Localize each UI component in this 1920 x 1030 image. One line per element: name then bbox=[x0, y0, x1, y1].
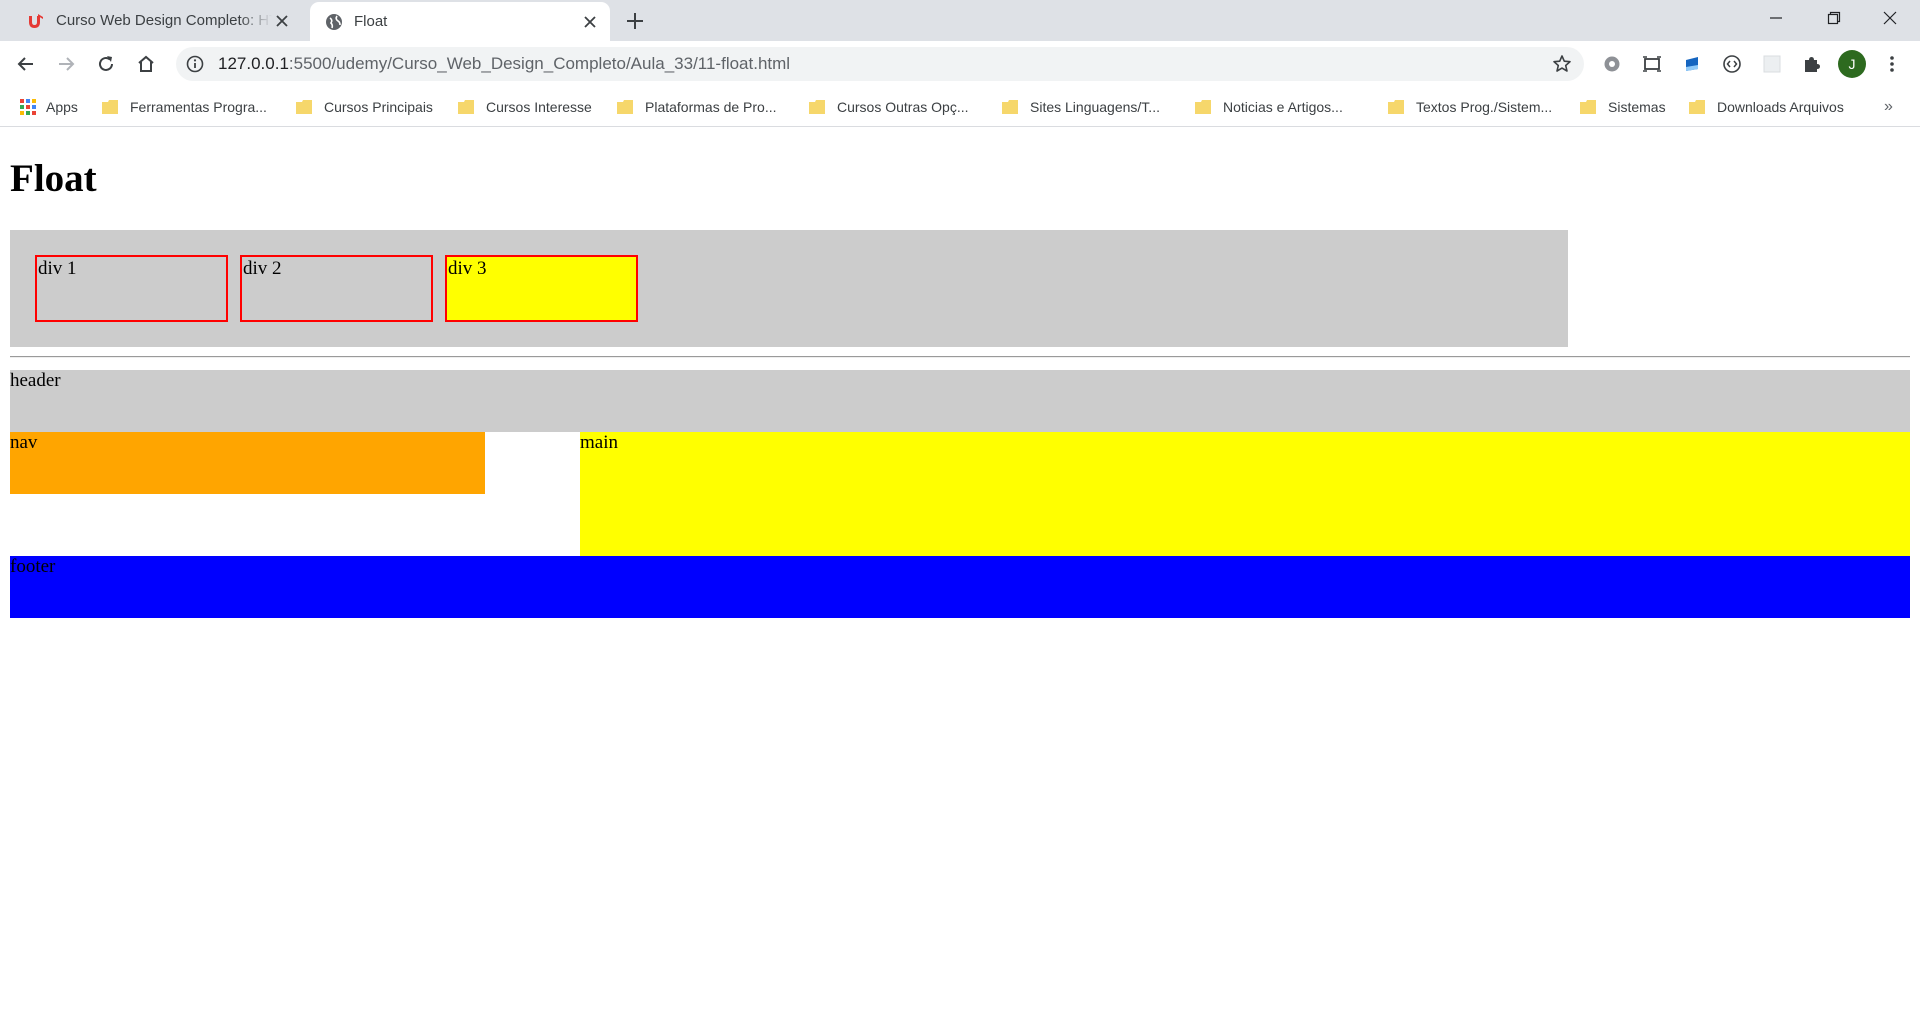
layout-header: header bbox=[10, 370, 1910, 432]
bookmark-folder[interactable]: Sites Linguagens/T... bbox=[1002, 87, 1160, 127]
float-box-2: div 2 bbox=[240, 255, 433, 322]
bookmark-folder[interactable]: Cursos Principais bbox=[296, 87, 433, 127]
url-text[interactable]: 127.0.0.1:5500/udemy/Curso_Web_Design_Co… bbox=[218, 47, 790, 81]
extension-blank-icon[interactable] bbox=[1760, 52, 1784, 76]
bookmarks-overflow-chevron-icon[interactable]: » bbox=[1884, 87, 1893, 127]
bookmark-folder[interactable]: Cursos Interesse bbox=[458, 87, 592, 127]
profile-avatar[interactable]: J bbox=[1838, 50, 1866, 78]
restore-window-icon[interactable] bbox=[1806, 0, 1862, 36]
bookmark-label: Textos Prog./Sistem... bbox=[1416, 99, 1553, 115]
bookmark-folder[interactable]: Cursos Outras Opç... bbox=[809, 87, 968, 127]
folder-icon bbox=[1195, 100, 1211, 114]
tab-udemy-course[interactable]: Curso Web Design Completo: HT bbox=[12, 0, 302, 41]
tab-float[interactable]: Float bbox=[310, 2, 610, 41]
back-arrow-icon[interactable] bbox=[14, 52, 38, 76]
tab-strip: Curso Web Design Completo: HT Float bbox=[0, 0, 1920, 41]
forward-arrow-icon[interactable] bbox=[54, 52, 78, 76]
bookmark-label: Sistemas bbox=[1608, 99, 1666, 115]
extension-gear-icon[interactable] bbox=[1600, 52, 1624, 76]
bookmark-star-icon[interactable] bbox=[1552, 54, 1572, 74]
tab-title: Curso Web Design Completo: HT bbox=[56, 12, 272, 29]
url-host: 127.0.0.1 bbox=[218, 54, 289, 73]
layout-nav: nav bbox=[10, 432, 485, 494]
bookmark-label: Ferramentas Progra... bbox=[130, 99, 267, 115]
bookmarks-bar: Apps Ferramentas Progra... Cursos Princi… bbox=[0, 87, 1920, 127]
bookmark-label: Cursos Outras Opç... bbox=[837, 99, 969, 115]
bookmark-label: Downloads Arquivos bbox=[1717, 99, 1844, 115]
bookmark-label: Cursos Principais bbox=[324, 99, 433, 115]
bookmark-folder[interactable]: Plataformas de Pro... bbox=[617, 87, 777, 127]
folder-icon bbox=[1388, 100, 1404, 114]
folder-icon bbox=[1002, 100, 1018, 114]
bookmark-folder[interactable]: Downloads Arquivos bbox=[1689, 87, 1844, 127]
apps-grid-icon bbox=[20, 99, 36, 115]
bookmark-label: Cursos Interesse bbox=[486, 99, 592, 115]
extension-drive-icon[interactable] bbox=[1680, 52, 1704, 76]
address-bar[interactable]: 127.0.0.1:5500/udemy/Curso_Web_Design_Co… bbox=[176, 47, 1584, 81]
bookmark-label: Plataformas de Pro... bbox=[645, 99, 777, 115]
bookmark-folder[interactable]: Sistemas bbox=[1580, 87, 1666, 127]
browser-menu-kebab-icon[interactable] bbox=[1880, 52, 1904, 76]
bookmark-folder[interactable]: Ferramentas Progra... bbox=[102, 87, 267, 127]
extension-code-icon[interactable] bbox=[1720, 52, 1744, 76]
folder-icon bbox=[1580, 100, 1596, 114]
url-path: :5500/udemy/Curso_Web_Design_Completo/Au… bbox=[288, 54, 791, 73]
bookmark-label: Apps bbox=[46, 99, 78, 115]
tab-close-icon[interactable] bbox=[580, 12, 600, 32]
site-info-icon[interactable] bbox=[186, 55, 204, 73]
layout-main: main bbox=[580, 432, 1910, 556]
folder-icon bbox=[1689, 100, 1705, 114]
folder-icon bbox=[617, 100, 633, 114]
tab-title: Float bbox=[354, 13, 388, 30]
bookmark-folder[interactable]: Textos Prog./Sistem... bbox=[1388, 87, 1552, 127]
bookmark-label: Noticias e Artigos... bbox=[1223, 99, 1343, 115]
page-content: Float div 1 div 2 div 3 header nav main … bbox=[0, 128, 1920, 1030]
extension-screen-capture-icon[interactable] bbox=[1640, 52, 1664, 76]
extensions-puzzle-icon[interactable] bbox=[1800, 52, 1824, 76]
float-box-1: div 1 bbox=[35, 255, 228, 322]
float-box-3: div 3 bbox=[445, 255, 638, 322]
new-tab-plus-icon[interactable] bbox=[624, 10, 646, 32]
minimize-window-icon[interactable] bbox=[1748, 0, 1804, 36]
close-window-icon[interactable] bbox=[1862, 0, 1918, 36]
reload-icon[interactable] bbox=[94, 52, 118, 76]
layout-footer: footer bbox=[10, 556, 1910, 618]
tab-close-icon[interactable] bbox=[272, 11, 292, 31]
udemy-icon bbox=[29, 13, 43, 28]
folder-icon bbox=[102, 100, 118, 114]
folder-icon bbox=[458, 100, 474, 114]
folder-icon bbox=[296, 100, 312, 114]
home-icon[interactable] bbox=[134, 52, 158, 76]
folder-icon bbox=[809, 100, 825, 114]
bookmark-apps[interactable]: Apps bbox=[20, 87, 78, 127]
globe-icon bbox=[326, 13, 342, 30]
float-container: div 1 div 2 div 3 bbox=[10, 230, 1568, 347]
page-heading: Float bbox=[10, 157, 97, 200]
bookmark-label: Sites Linguagens/T... bbox=[1030, 99, 1160, 115]
horizontal-rule bbox=[10, 356, 1910, 358]
browser-toolbar: 127.0.0.1:5500/udemy/Curso_Web_Design_Co… bbox=[0, 41, 1920, 87]
bookmark-folder[interactable]: Noticias e Artigos... bbox=[1195, 87, 1343, 127]
